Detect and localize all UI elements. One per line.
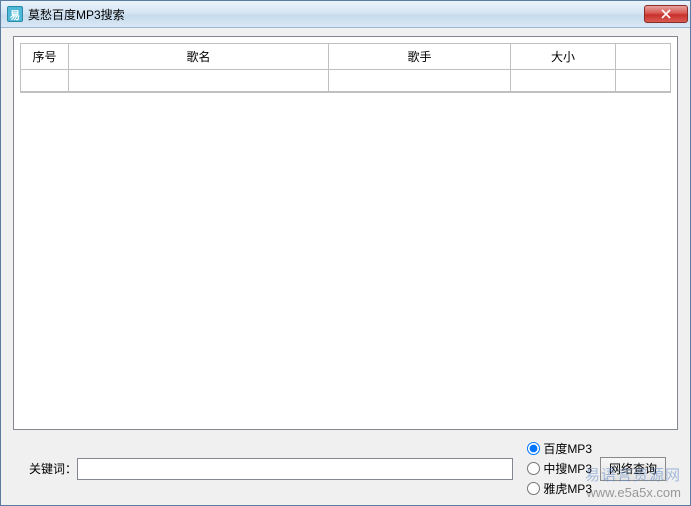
cell-size (511, 70, 616, 92)
radio-baidu[interactable]: 百度MP3 (527, 440, 592, 457)
cell-spacer (616, 70, 670, 92)
col-spacer (616, 44, 670, 70)
keyword-label: 关键词： (17, 460, 77, 477)
titlebar[interactable]: 易 莫愁百度MP3搜索 (1, 1, 690, 28)
radio-baidu-input[interactable] (527, 442, 540, 455)
col-artist[interactable]: 歌手 (329, 44, 511, 70)
col-name[interactable]: 歌名 (69, 44, 329, 70)
radio-baidu-label: 百度MP3 (543, 440, 592, 457)
app-window: 易 莫愁百度MP3搜索 序号 歌名 歌手 大小 (0, 0, 691, 506)
cell-name (69, 70, 329, 92)
radio-zhongsou-input[interactable] (527, 462, 540, 475)
keyword-input[interactable] (77, 458, 513, 480)
results-table[interactable]: 序号 歌名 歌手 大小 (20, 43, 671, 93)
radio-zhongsou-label: 中搜MP3 (543, 460, 592, 477)
close-button[interactable] (644, 5, 688, 23)
results-panel: 序号 歌名 歌手 大小 (13, 36, 678, 430)
client-area: 序号 歌名 歌手 大小 关键词： (1, 28, 690, 505)
radio-yahoo-label: 雅虎MP3 (543, 480, 592, 497)
radio-yahoo[interactable]: 雅虎MP3 (527, 480, 592, 497)
footer-bar: 关键词： 百度MP3 中搜MP3 雅虎MP3 网络查询 (13, 430, 678, 499)
window-title: 莫愁百度MP3搜索 (28, 6, 644, 23)
close-icon (661, 9, 671, 19)
query-button[interactable]: 网络查询 (600, 457, 666, 481)
table-empty-area (20, 93, 671, 423)
radio-zhongsou[interactable]: 中搜MP3 (527, 460, 592, 477)
table-header: 序号 歌名 歌手 大小 (21, 44, 670, 70)
cell-artist (329, 70, 511, 92)
source-radio-group: 百度MP3 中搜MP3 雅虎MP3 (527, 440, 592, 497)
cell-seq (21, 70, 69, 92)
col-seq[interactable]: 序号 (21, 44, 69, 70)
col-size[interactable]: 大小 (511, 44, 616, 70)
table-row[interactable] (21, 70, 670, 92)
app-icon: 易 (7, 6, 23, 22)
radio-yahoo-input[interactable] (527, 482, 540, 495)
